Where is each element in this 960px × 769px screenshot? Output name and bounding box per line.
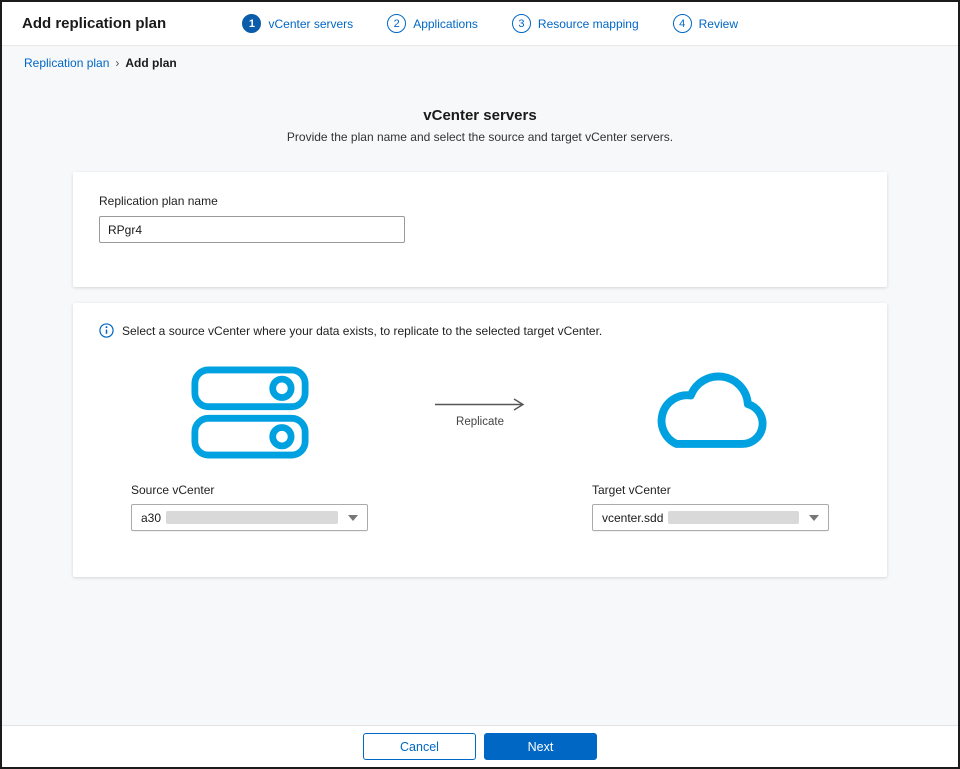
step-3-circle: 3 — [512, 14, 531, 33]
target-cloud-icon — [638, 364, 783, 461]
plan-name-input[interactable] — [99, 216, 405, 243]
step-applications[interactable]: 2 Applications — [387, 14, 478, 33]
breadcrumb-current: Add plan — [125, 56, 176, 70]
vcenter-selection-card: Select a source vCenter where your data … — [73, 303, 887, 577]
breadcrumb-separator: › — [115, 56, 119, 70]
step-4-circle: 4 — [673, 14, 692, 33]
info-icon — [99, 323, 114, 338]
redacted-text — [166, 511, 338, 524]
source-vcenter-field: Source vCenter a30 — [131, 483, 368, 531]
section-title: vCenter servers — [2, 107, 958, 124]
cancel-button[interactable]: Cancel — [363, 733, 476, 760]
top-bar: Add replication plan 1 vCenter servers 2… — [2, 2, 958, 46]
step-2-label: Applications — [413, 17, 478, 31]
step-1-label: vCenter servers — [268, 17, 353, 31]
next-button[interactable]: Next — [484, 733, 597, 760]
target-vcenter-label: Target vCenter — [592, 483, 829, 497]
wizard-footer: Cancel Next — [2, 725, 958, 767]
source-vcenter-label: Source vCenter — [131, 483, 368, 497]
step-2-circle: 2 — [387, 14, 406, 33]
window-title: Add replication plan — [22, 15, 166, 32]
target-icon-column — [592, 364, 829, 461]
step-1-circle: 1 — [242, 14, 261, 33]
target-vcenter-value: vcenter.sdd — [602, 511, 663, 525]
source-servers-icon — [191, 366, 309, 459]
target-vcenter-field: Target vCenter vcenter.sdd — [592, 483, 829, 531]
chevron-down-icon — [348, 515, 358, 521]
info-row: Select a source vCenter where your data … — [73, 323, 887, 338]
step-4-label: Review — [699, 17, 738, 31]
plan-name-card: Replication plan name — [73, 172, 887, 287]
chevron-down-icon — [809, 515, 819, 521]
info-text: Select a source vCenter where your data … — [122, 324, 602, 338]
breadcrumb-replication-plan-link[interactable]: Replication plan — [24, 56, 109, 70]
source-vcenter-value: a30 — [141, 511, 161, 525]
source-vcenter-select[interactable]: a30 — [131, 504, 368, 531]
step-review[interactable]: 4 Review — [673, 14, 738, 33]
step-resource-mapping[interactable]: 3 Resource mapping — [512, 14, 639, 33]
redacted-text — [668, 511, 799, 524]
plan-name-label: Replication plan name — [99, 194, 861, 208]
replicate-arrow-icon — [434, 397, 526, 412]
selects-row: Source vCenter a30 Target vCenter vcente… — [73, 483, 887, 531]
wizard-stepper: 1 vCenter servers 2 Applications 3 Resou… — [242, 14, 738, 33]
section-subtitle: Provide the plan name and select the sou… — [2, 130, 958, 144]
step-3-label: Resource mapping — [538, 17, 639, 31]
replicate-label: Replicate — [456, 416, 504, 428]
target-vcenter-select[interactable]: vcenter.sdd — [592, 504, 829, 531]
source-icon-column — [131, 366, 368, 459]
icons-row: Replicate — [73, 364, 887, 461]
main-content: vCenter servers Provide the plan name an… — [2, 79, 958, 725]
add-replication-plan-window: Add replication plan 1 vCenter servers 2… — [0, 0, 960, 769]
replicate-indicator: Replicate — [368, 397, 592, 428]
step-vcenter-servers[interactable]: 1 vCenter servers — [242, 14, 353, 33]
breadcrumb: Replication plan › Add plan — [2, 46, 958, 79]
